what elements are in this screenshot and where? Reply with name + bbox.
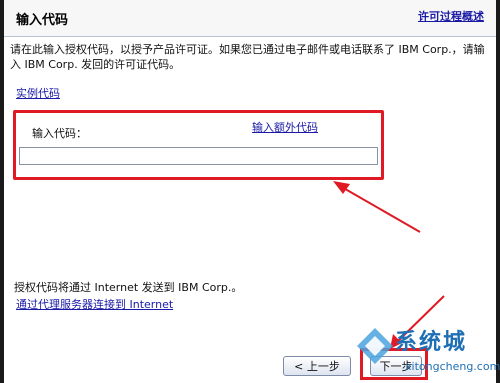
watermark: 系统城 xitongcheng.com [355,320,500,380]
watermark-text: 系统城 [395,330,468,355]
watermark-url: xitongcheng.com [405,360,500,373]
watermark-logo-icon [357,328,393,364]
back-button[interactable]: < 上一步 [283,356,351,376]
proxy-connection-link[interactable]: 通过代理服务器连接到 Internet [16,296,173,312]
internet-note: 授权代码将通过 Internet 发送到 IBM Corp.。 [14,281,243,294]
